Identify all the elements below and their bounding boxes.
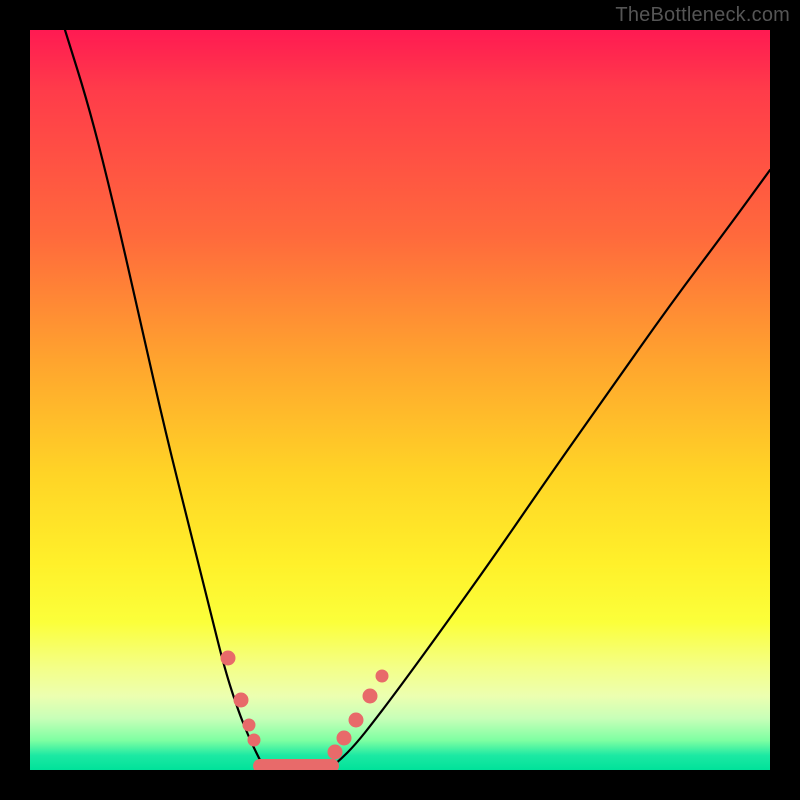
curve-marker <box>349 713 363 727</box>
curve-marker <box>337 731 351 745</box>
chart-frame: TheBottleneck.com <box>0 0 800 800</box>
curve-marker <box>328 745 342 759</box>
curve-marker <box>234 693 248 707</box>
curve-marker <box>221 651 235 665</box>
plot-area <box>30 30 770 770</box>
curve-marker <box>248 734 260 746</box>
curve-marker <box>243 719 255 731</box>
right-curve <box>330 170 770 768</box>
curve-marker <box>363 689 377 703</box>
curve-layer <box>30 30 770 770</box>
curve-markers <box>221 651 388 759</box>
watermark-label: TheBottleneck.com <box>615 4 790 27</box>
curve-marker <box>376 670 388 682</box>
